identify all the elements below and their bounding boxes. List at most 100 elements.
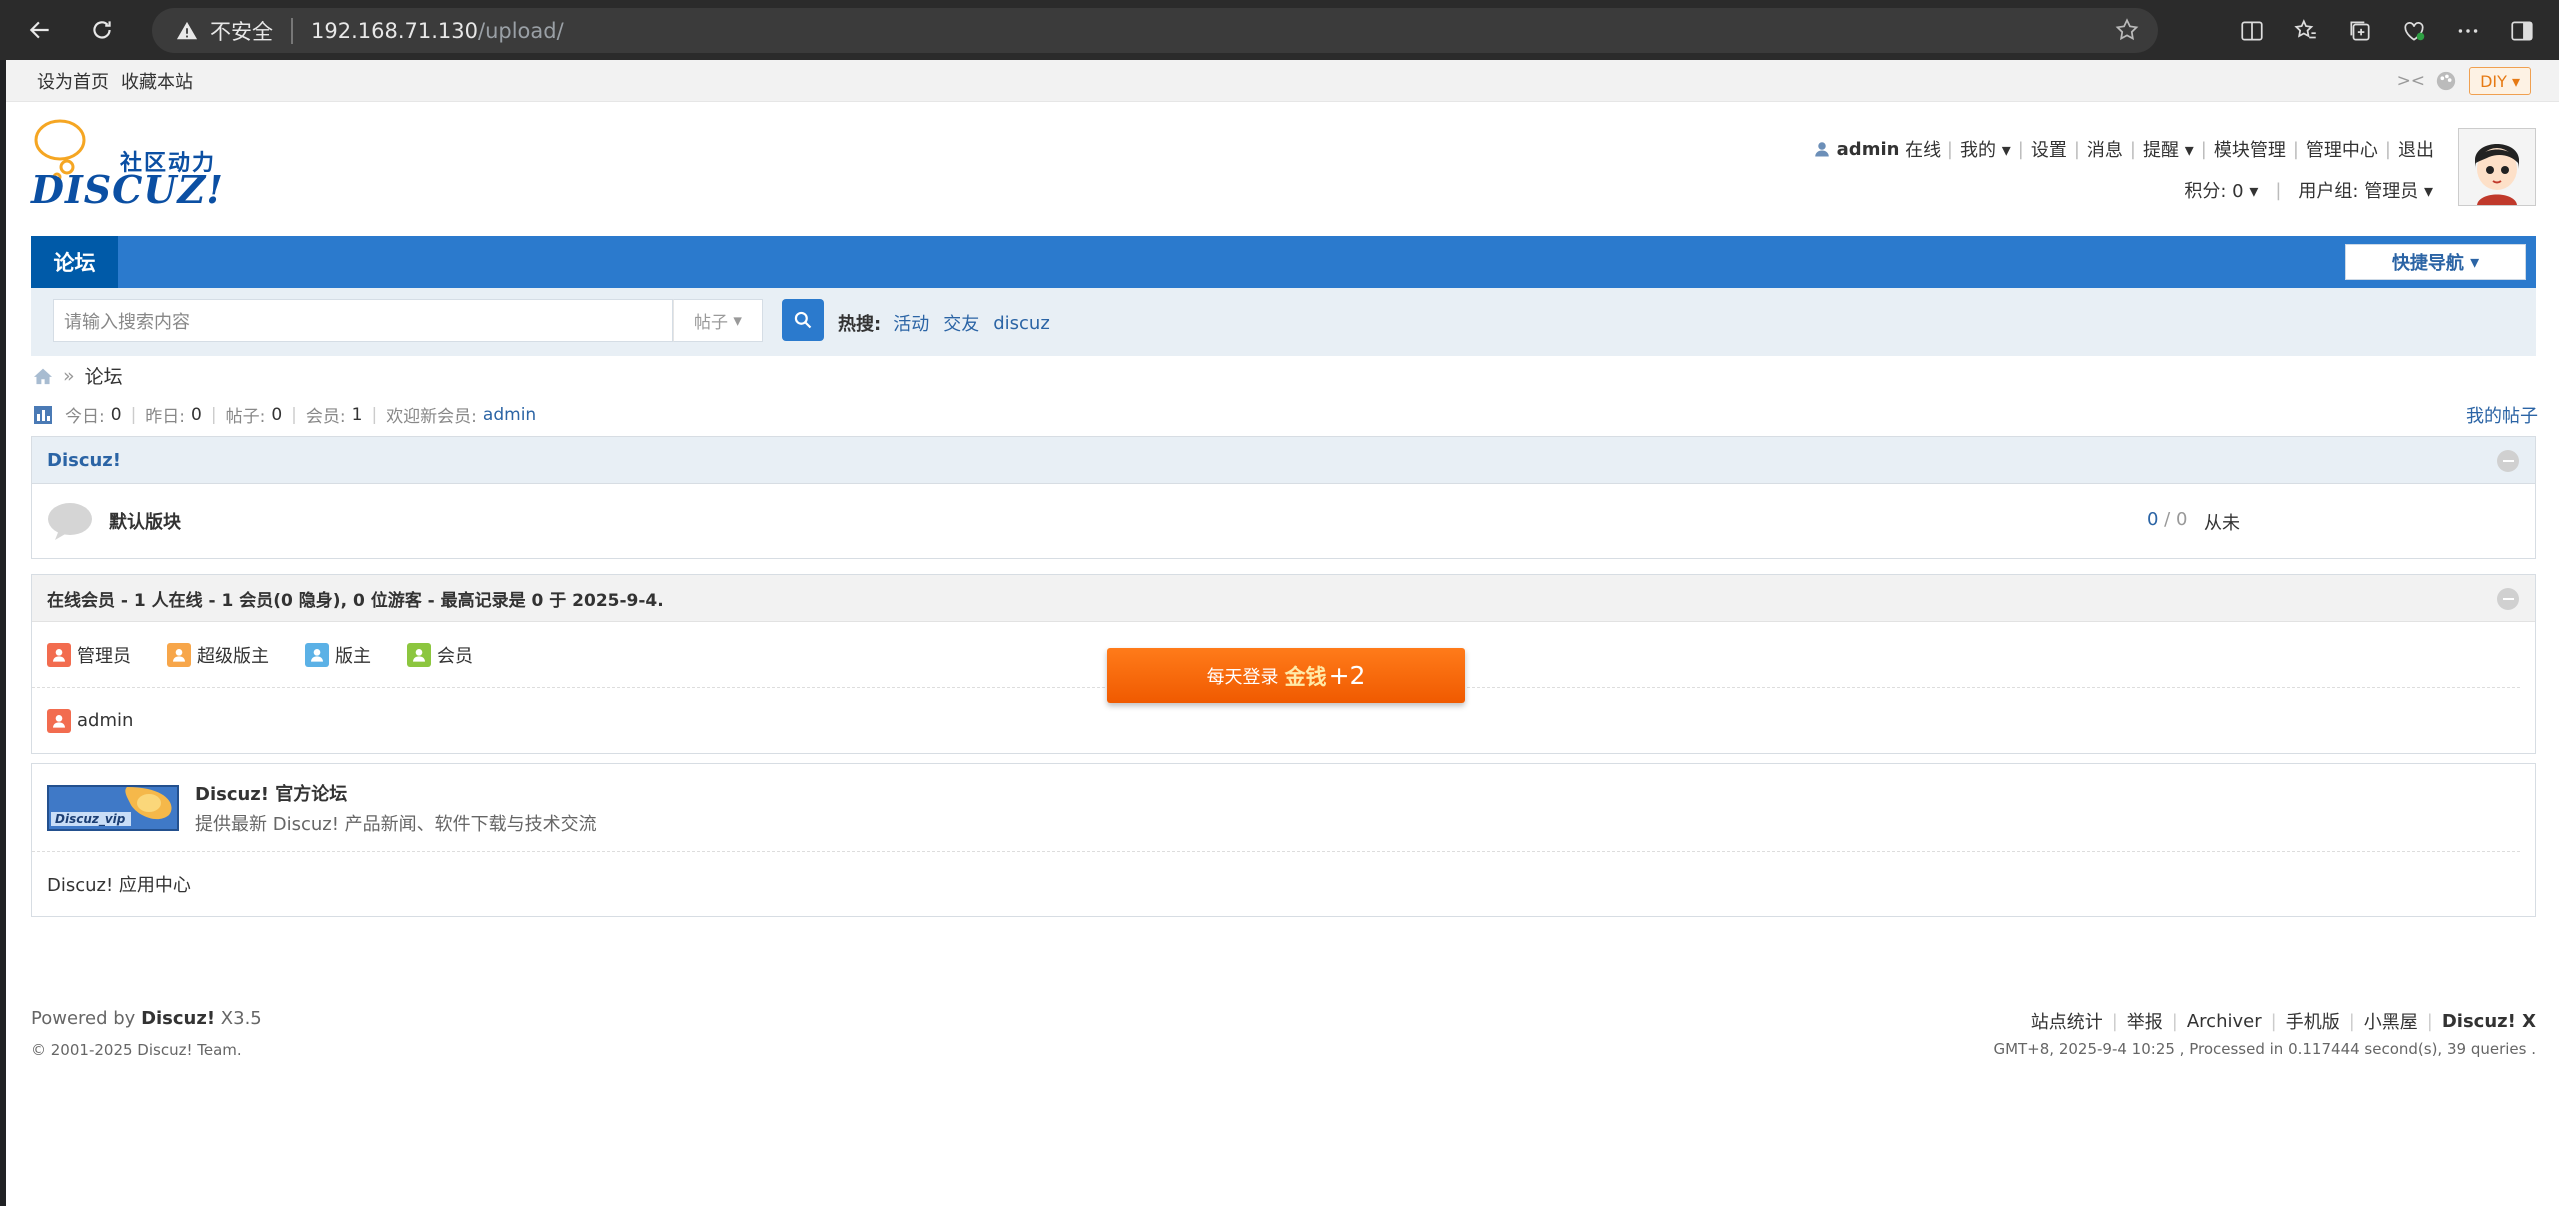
hot-keyword[interactable]: 活动 — [893, 310, 929, 336]
online-header: 在线会员 - 1 人在线 - 1 会员(0 隐身), 0 位游客 - 最高记录是… — [32, 575, 2535, 622]
processing-info: GMT+8, 2025-9-4 10:25 , Processed in 0.1… — [1993, 1040, 2536, 1058]
stat-divider: | — [210, 404, 217, 425]
stat-today: 0 — [110, 404, 122, 425]
discuz-vip-logo[interactable]: Discuz_vip — [47, 784, 179, 831]
legend-label: 版主 — [335, 645, 371, 667]
hot-keyword[interactable]: 交友 — [943, 310, 979, 336]
site-title[interactable]: Discuz! 官方论坛 — [195, 780, 597, 806]
split-screen-icon[interactable] — [2225, 9, 2279, 53]
footer-divider: | — [2171, 1010, 2178, 1032]
promo-amount: +2 — [1328, 661, 1366, 690]
browser-toolbar: 不安全 192.168.71.130/upload/ — [0, 0, 2559, 60]
caret-down-icon: ▾ — [733, 310, 742, 331]
menu-messages[interactable]: 消息 — [2080, 136, 2130, 162]
admin-user-icon — [47, 642, 71, 667]
security-warning[interactable]: 不安全 — [176, 16, 273, 46]
vip-logo-text: Discuz_vip — [55, 812, 126, 827]
my-posts-link[interactable]: 我的帖子 — [2466, 402, 2538, 428]
set-home-link[interactable]: 设为首页 — [37, 68, 109, 94]
member-user-icon — [407, 642, 431, 667]
palette-icon[interactable] — [2435, 70, 2457, 92]
diy-button[interactable]: DIY ▾ — [2469, 67, 2531, 95]
stat-welcome-label: 欢迎新会员: — [386, 407, 477, 427]
search-button[interactable] — [782, 299, 824, 341]
footer-link[interactable]: 手机版 — [2286, 1008, 2340, 1034]
online-user-link[interactable]: admin — [77, 710, 133, 731]
usergroup-label: 用户组: 管理员 — [2298, 181, 2419, 202]
promo-prefix: 每天登录 — [1206, 666, 1279, 688]
credits-menu[interactable]: 积分: 0 ▾ — [2184, 177, 2258, 203]
footer-link[interactable]: 举报 — [2127, 1008, 2163, 1034]
favorite-star-icon[interactable] — [2114, 17, 2140, 48]
stat-divider: | — [371, 404, 378, 425]
favorites-icon[interactable] — [2279, 9, 2333, 53]
username-link[interactable]: admin — [1837, 139, 1900, 160]
search-type-select[interactable]: 帖子 ▾ — [673, 299, 763, 342]
menu-reminders[interactable]: 提醒 ▾ — [2136, 136, 2201, 162]
moderator-user-icon — [305, 642, 329, 667]
sidebar-toggle-icon[interactable] — [2495, 9, 2549, 53]
daily-login-reward: 每天登录 金钱 +2 — [1107, 648, 1465, 703]
menu-divider: | — [2275, 179, 2282, 201]
user-icon — [1814, 142, 1829, 157]
legend-label: 会员 — [437, 645, 473, 667]
refresh-icon — [93, 21, 111, 39]
menu-admin-center[interactable]: 管理中心 — [2299, 136, 2385, 162]
caret-down-icon: ▾ — [2423, 181, 2433, 202]
discuz-logo[interactable]: 社区动力 DISCUZ! — [31, 115, 231, 215]
avatar[interactable] — [2458, 128, 2536, 206]
url-text[interactable]: 192.168.71.130/upload/ — [311, 19, 564, 43]
caret-down-icon: ▾ — [2249, 181, 2259, 202]
bookmark-link[interactable]: 收藏本站 — [121, 68, 193, 94]
browser-essentials-icon[interactable] — [2387, 9, 2441, 53]
diy-label: DIY — [2480, 71, 2507, 91]
app-center-link[interactable]: Discuz! 应用中心 — [32, 852, 2535, 916]
back-button[interactable] — [18, 8, 62, 52]
home-icon[interactable] — [33, 367, 53, 385]
powered-prefix: Powered by — [31, 1008, 136, 1029]
switch-width-icon[interactable]: >< — [2397, 71, 2426, 91]
powered-brand-link[interactable]: Discuz! — [141, 1008, 215, 1029]
collapse-icon[interactable] — [2497, 588, 2519, 610]
collections-icon[interactable] — [2333, 9, 2387, 53]
quick-nav-button[interactable]: 快捷导航 ▾ — [2345, 244, 2526, 280]
site-info: Discuz! 官方论坛 提供最新 Discuz! 产品新闻、软件下载与技术交流 — [195, 780, 597, 836]
menu-module-admin[interactable]: 模块管理 — [2207, 136, 2293, 162]
site-header: 社区动力 DISCUZ! admin 在线 | 我的 ▾ | 设置 | 消息 |… — [31, 115, 2536, 250]
caret-down-icon: ▾ — [2001, 140, 2011, 161]
usergroup-menu[interactable]: 用户组: 管理员 ▾ — [2298, 177, 2433, 203]
footer-link[interactable]: 站点统计 — [2031, 1008, 2103, 1034]
search-icon — [794, 311, 812, 329]
collapse-icon[interactable] — [2497, 450, 2519, 472]
refresh-button[interactable] — [80, 8, 124, 52]
more-menu-icon[interactable] — [2441, 9, 2495, 53]
footer-divider: | — [2348, 1010, 2355, 1032]
footer-brand-link[interactable]: Discuz! X — [2442, 1011, 2536, 1032]
search-input[interactable]: 请输入搜索内容 — [53, 299, 673, 342]
search-type-label: 帖子 — [694, 313, 729, 333]
online-summary[interactable]: 在线会员 - 1 人在线 - 1 会员(0 隐身), 0 位游客 - 最高记录是… — [47, 586, 664, 611]
stat-divider: | — [130, 404, 137, 425]
caret-down-icon: ▾ — [2470, 251, 2480, 273]
forum-group-header: Discuz! — [32, 437, 2535, 484]
new-member-link[interactable]: admin — [483, 405, 536, 425]
breadcrumb-current[interactable]: 论坛 — [85, 362, 123, 389]
hot-keyword[interactable]: discuz — [993, 313, 1050, 334]
menu-settings[interactable]: 设置 — [2024, 136, 2074, 162]
forum-name[interactable]: 默认版块 — [109, 508, 181, 534]
address-bar[interactable]: 不安全 192.168.71.130/upload/ — [152, 8, 2158, 53]
footer-link[interactable]: 小黑屋 — [2364, 1008, 2418, 1034]
forum-group-title[interactable]: Discuz! — [47, 450, 121, 471]
forum-counts: 0 / 0 — [2147, 509, 2188, 530]
friend-links-box: Discuz_vip Discuz! 官方论坛 提供最新 Discuz! 产品新… — [31, 763, 2536, 917]
logo-text: DISCUZ! — [31, 167, 224, 212]
user-menu: admin 在线 | 我的 ▾ | 设置 | 消息 | 提醒 ▾ | 模块管理 … — [1813, 136, 2441, 162]
breadcrumb-separator: » — [63, 364, 75, 387]
menu-my[interactable]: 我的 ▾ — [1953, 136, 2018, 162]
stat-yesterday: 0 — [191, 404, 202, 425]
nav-tab-forum[interactable]: 论坛 — [31, 236, 118, 288]
footer-link[interactable]: Archiver — [2187, 1011, 2262, 1032]
menu-logout[interactable]: 退出 — [2391, 136, 2441, 162]
legend-label: 管理员 — [77, 645, 131, 667]
caret-down-icon: ▾ — [2184, 140, 2194, 161]
